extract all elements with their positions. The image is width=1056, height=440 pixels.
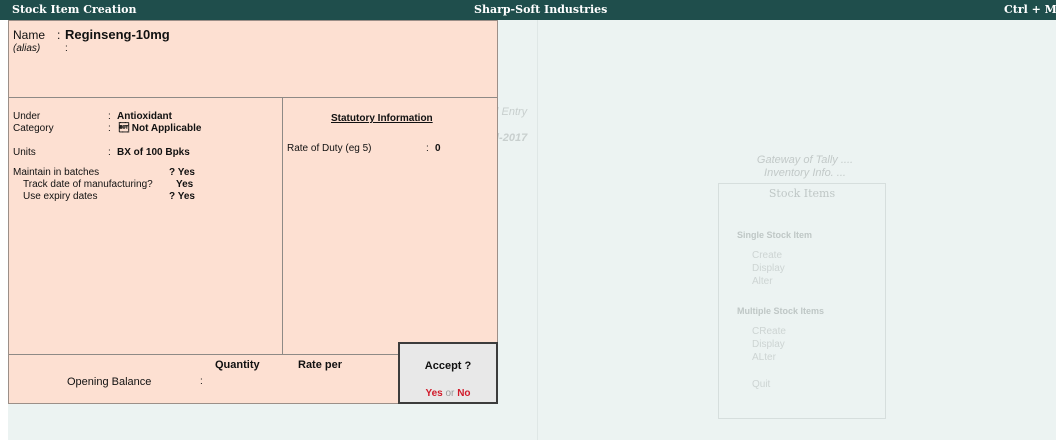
name-colon: : xyxy=(57,28,61,42)
menu-item-multi-alter[interactable]: ALter xyxy=(752,352,776,363)
name-label: Name xyxy=(13,28,46,42)
divider xyxy=(9,97,497,98)
menu-item-create[interactable]: Create xyxy=(752,250,782,261)
screen-title: Stock Item Creation xyxy=(12,3,137,16)
units-field[interactable]: BX of 100 Bpks xyxy=(117,147,190,158)
name-input[interactable]: Reginseng-10mg xyxy=(65,27,170,42)
category-label: Category xyxy=(13,123,54,134)
multiple-stock-items-section: Multiple Stock Items xyxy=(737,306,825,316)
background-entry-text: l Entry xyxy=(496,106,528,118)
divider xyxy=(282,97,283,354)
company-name: Sharp-Soft Industries xyxy=(474,3,608,16)
under-field[interactable]: Antioxidant xyxy=(117,111,172,122)
accept-question: Accept ? xyxy=(424,360,472,372)
single-stock-item-section: Single Stock Item xyxy=(737,230,813,240)
track-date-label: Track date of manufacturing? xyxy=(23,179,153,190)
background-breadcrumb: Gateway of Tally .... Inventory Info. ..… xyxy=(724,154,886,180)
statutory-title: Statutory Information xyxy=(331,113,433,124)
batches-field[interactable]: ? Yes xyxy=(169,167,195,178)
duty-label: Rate of Duty (eg 5) xyxy=(287,143,372,154)
menu-item-multi-create[interactable]: CReate xyxy=(752,326,786,337)
no-button[interactable]: No xyxy=(457,388,470,399)
stock-items-menu: Stock Items Single Stock Item Create Dis… xyxy=(718,183,886,419)
duty-field[interactable]: 0 xyxy=(435,143,441,154)
yes-button[interactable]: Yes xyxy=(425,388,442,399)
alias-colon: : xyxy=(65,43,68,54)
background-date-text: l-2017 xyxy=(496,132,528,144)
colon: : xyxy=(108,111,111,122)
opening-balance-label: Opening Balance xyxy=(67,376,152,388)
title-bar: Stock Item Creation Sharp-Soft Industrie… xyxy=(0,0,1056,20)
batches-label: Maintain in batches xyxy=(13,167,100,178)
menu-item-display[interactable]: Display xyxy=(752,263,785,274)
category-field[interactable]:  Not Applicable xyxy=(119,123,201,134)
gateway-label: Gateway of Tally .... xyxy=(756,154,854,166)
background-divider xyxy=(537,20,538,440)
units-label: Units xyxy=(13,147,36,158)
or-label: or xyxy=(445,388,455,399)
accept-options: Yes or No xyxy=(400,388,496,399)
menu-title: Stock Items xyxy=(768,187,836,200)
menu-item-multi-display[interactable]: Display xyxy=(752,339,785,350)
quantity-header: Quantity xyxy=(215,359,260,371)
rate-header: Rate per xyxy=(298,359,343,371)
background-strip xyxy=(8,404,498,440)
expiry-label: Use expiry dates xyxy=(23,191,98,202)
accept-dialog: Accept ? Yes or No xyxy=(398,342,498,404)
menu-item-quit[interactable]: Quit xyxy=(752,379,770,390)
colon: : xyxy=(108,123,111,134)
track-date-field[interactable]: Yes xyxy=(176,179,193,190)
colon: : xyxy=(108,147,111,158)
colon: : xyxy=(426,143,429,154)
inventory-info-label: Inventory Info. ... xyxy=(764,167,846,179)
alias-label: (alias) xyxy=(13,43,41,54)
under-label: Under xyxy=(13,111,41,122)
colon: : xyxy=(200,376,203,387)
shortcut-hint[interactable]: Ctrl + M xyxy=(1004,3,1056,16)
expiry-field[interactable]: ? Yes xyxy=(169,191,195,202)
menu-item-alter[interactable]: Alter xyxy=(752,276,773,287)
